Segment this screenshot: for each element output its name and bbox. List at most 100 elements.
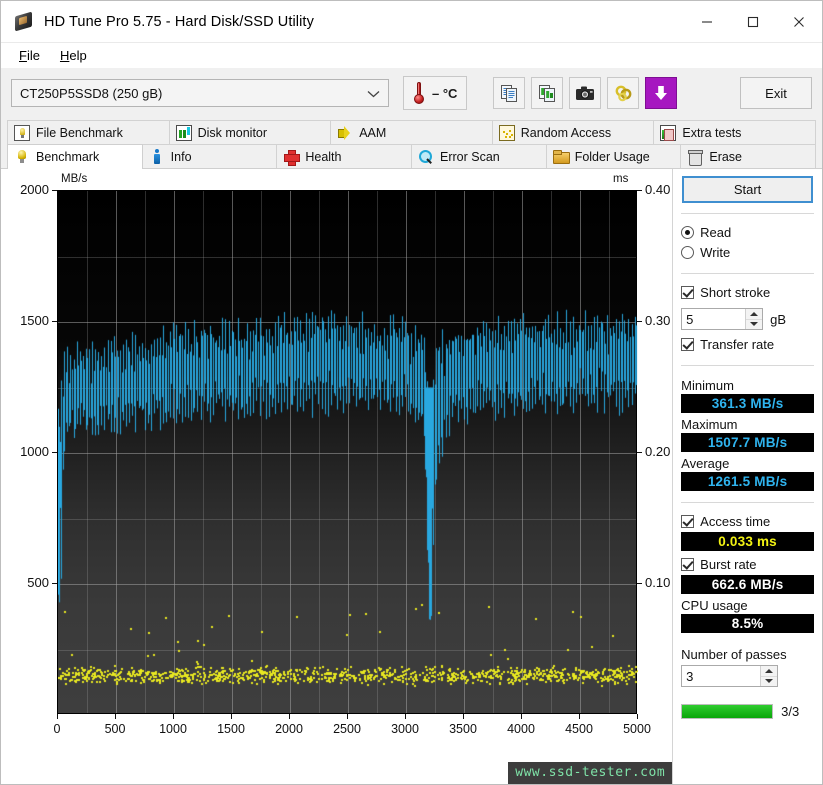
copy-image-button[interactable] (531, 77, 563, 109)
radio-write-label: Write (700, 244, 731, 260)
access-time-checkbox-indicator (681, 514, 695, 528)
stepper-down-icon[interactable] (761, 677, 777, 687)
app-logo-icon (13, 11, 35, 33)
tab-disk-monitor[interactable]: Disk monitor (169, 120, 332, 144)
passes-input[interactable]: 3 (681, 665, 779, 687)
y-axis-tick-label: 1000 (20, 444, 49, 459)
burst-rate-label: Burst rate (700, 556, 757, 572)
tab-row-secondary: Benchmark Info Health Error Scan Folder … (1, 144, 822, 169)
x-axis-tick-label: 0 (53, 722, 61, 736)
burst-rate-checkbox-indicator (681, 557, 695, 571)
divider (681, 213, 814, 214)
menu-bar: File Help (1, 43, 822, 69)
menu-file[interactable]: File (9, 45, 50, 66)
chevron-down-icon (367, 86, 380, 101)
tab-erase[interactable]: Erase (681, 144, 817, 168)
folder-usage-icon (552, 149, 570, 165)
tab-label: AAM (359, 125, 387, 140)
transfer-rate-label: Transfer rate (700, 336, 775, 352)
y-axis-tick-label: 1500 (20, 313, 49, 328)
tab-label: Disk monitor (197, 125, 268, 140)
tab-error-scan[interactable]: Error Scan (412, 144, 547, 168)
health-cross-icon (283, 149, 301, 166)
x-axis-tick-label: 1500 (217, 722, 245, 736)
radio-write[interactable]: Write (681, 242, 814, 262)
options-panel: Start Read Write Short stroke 5 gB Trans… (672, 169, 822, 784)
file-benchmark-icon (14, 124, 30, 141)
passes-row: 3 (681, 665, 814, 687)
tab-label: Folder Usage (574, 149, 650, 164)
tab-label: Extra tests (682, 125, 742, 140)
close-button[interactable] (776, 1, 822, 42)
stepper-up-icon[interactable] (761, 666, 778, 677)
x-axis-tick (521, 714, 522, 719)
transfer-rate-checkbox-indicator (681, 337, 695, 351)
cpu-usage-value: 8.5% (681, 614, 814, 633)
tab-label: Health (305, 149, 342, 164)
minimize-button[interactable] (684, 1, 730, 42)
short-stroke-stepper[interactable] (745, 309, 763, 330)
tab-extra-tests[interactable]: Extra tests (654, 120, 816, 144)
hd-tune-window: HD Tune Pro 5.75 - Hard Disk/SSD Utility… (0, 0, 823, 785)
access-time-value: 0.033 ms (681, 532, 814, 551)
benchmark-chart: MB/s ms 500 1000 1500 2000 0.10 0.20 0.30 0.40… (1, 169, 673, 784)
screenshot-button[interactable] (569, 77, 601, 109)
checkbox-burst-rate[interactable]: Burst rate (681, 554, 814, 574)
x-axis-tick-label: 1000 (159, 722, 187, 736)
stepper-down-icon[interactable] (746, 320, 762, 330)
menu-help[interactable]: Help (50, 45, 97, 66)
checkbox-transfer-rate[interactable]: Transfer rate (681, 334, 814, 354)
thermometer-icon (412, 81, 426, 105)
info-icon (149, 148, 165, 165)
start-button[interactable]: Start (682, 176, 813, 203)
minimum-label: Minimum (681, 378, 734, 393)
passes-stepper[interactable] (760, 666, 778, 687)
y-axis-tick (52, 452, 57, 453)
short-stroke-unit: gB (770, 311, 787, 327)
tab-aam[interactable]: AAM (331, 120, 493, 144)
x-axis-tick (579, 714, 580, 719)
temperature-value: – °C (432, 85, 458, 101)
pass-progress-fill (682, 705, 773, 718)
y2-axis-tick (637, 452, 642, 453)
y2-axis-tick (637, 321, 642, 322)
tab-label: Erase (709, 149, 743, 164)
exit-button[interactable]: Exit (740, 77, 812, 109)
series-canvas (58, 191, 638, 715)
x-axis-tick (115, 714, 116, 719)
short-stroke-checkbox-indicator (681, 285, 695, 299)
stepper-up-icon[interactable] (746, 309, 763, 320)
checkbox-access-time[interactable]: Access time (681, 511, 814, 531)
drive-select[interactable]: CT250P5SSD8 (250 gB) (11, 79, 389, 107)
x-axis-tick (347, 714, 348, 719)
x-axis-tick (57, 714, 58, 719)
content-area: MB/s ms 500 1000 1500 2000 0.10 0.20 0.30 0.40… (1, 169, 822, 784)
tab-info[interactable]: Info (142, 144, 278, 168)
pass-progress-text: 3/3 (781, 704, 800, 719)
maximum-label: Maximum (681, 417, 738, 432)
short-stroke-size-value: 5 (686, 311, 694, 327)
checkbox-short-stroke[interactable]: Short stroke (681, 282, 814, 302)
burst-rate-value: 662.6 MB/s (681, 575, 814, 594)
tab-label: Info (170, 149, 192, 164)
tab-folder-usage[interactable]: Folder Usage (546, 144, 682, 168)
radio-read[interactable]: Read (681, 222, 814, 242)
tab-label: File Benchmark (36, 125, 123, 140)
cpu-usage-label: CPU usage (681, 598, 748, 613)
tab-health[interactable]: Health (277, 144, 413, 168)
settings-button[interactable] (607, 77, 639, 109)
x-axis-tick-label: 2500 (333, 722, 361, 736)
extra-tests-icon (660, 124, 677, 141)
y-axis-tick-label: 500 (27, 575, 49, 590)
tab-random-access[interactable]: Random Access (492, 120, 655, 144)
tab-file-benchmark[interactable]: File Benchmark (7, 120, 170, 144)
progress-row: 3/3 (681, 704, 814, 719)
drive-select-value: CT250P5SSD8 (250 gB) (20, 85, 163, 101)
divider (681, 365, 814, 366)
maximize-button[interactable] (730, 1, 776, 42)
short-stroke-size-input[interactable]: 5 (681, 308, 764, 330)
tab-benchmark[interactable]: Benchmark (7, 144, 143, 169)
y2-axis-tick (637, 583, 642, 584)
save-button[interactable] (645, 77, 677, 109)
copy-text-button[interactable] (493, 77, 525, 109)
